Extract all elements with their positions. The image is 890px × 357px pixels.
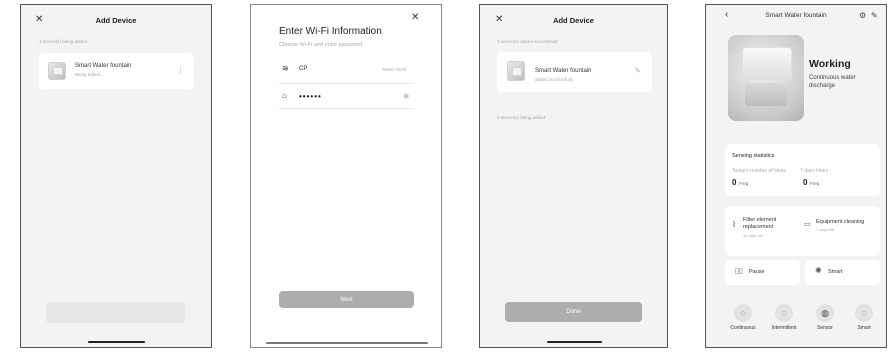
seven-day-unit: Freq — [810, 181, 820, 186]
wifi-info-screen: ✕ Enter Wi-Fi Information Choose Wi-Fi a… — [250, 4, 442, 348]
seven-day-label: 7 days times — [800, 168, 829, 174]
home-indicator — [88, 341, 145, 343]
intermittent-mode-icon[interactable]: ◌ — [775, 304, 793, 322]
device-status: added successfully — [535, 77, 574, 82]
cleaning-icon: ▭ — [804, 221, 811, 228]
pause-label: Pause — [749, 269, 765, 275]
device-detail-screen: ‹ Smart Water fountain ⚙ ✎ Working Conti… — [705, 4, 887, 348]
done-button[interactable]: Done — [505, 302, 642, 322]
settings-icon[interactable]: ⚙ — [859, 11, 866, 20]
page-title: Add Device — [95, 16, 137, 25]
close-icon[interactable]: ✕ — [411, 13, 419, 23]
status-description: Continuous water discharge — [809, 75, 856, 89]
device-thumbnail — [507, 61, 525, 81]
next-button[interactable]: Next — [279, 291, 414, 308]
mode-label-sensor: Sensor — [817, 325, 833, 331]
section-label: 1 device(s) being added — [39, 39, 88, 44]
today-label: Today's number of times — [732, 168, 787, 174]
filter-label[interactable]: Filter element replacement — [743, 217, 795, 231]
page-subtitle: Choose Wi-Fi and enter password — [279, 42, 363, 48]
today-unit: Freq — [739, 181, 749, 186]
pause-button[interactable]: ▯▯ Pause — [725, 260, 800, 285]
page-title: Add Device — [553, 16, 594, 25]
equipment-label[interactable]: Equipment cleaning — [816, 219, 864, 225]
added-label: 1 device(s) added successfully — [497, 39, 559, 44]
device-card[interactable]: Smart Water fountain added successfully … — [497, 52, 652, 92]
smart-mode-icon[interactable]: ◌ — [855, 304, 873, 322]
device-thumbnail — [48, 62, 66, 80]
divider — [279, 83, 414, 84]
mode-label-continuous: Continuous — [730, 325, 756, 331]
edit-icon[interactable]: ✎ — [871, 11, 878, 20]
equipment-sub: 7 days left — [816, 227, 835, 232]
device-name: Smart Water fountain — [535, 68, 592, 74]
today-value: 0 — [732, 178, 737, 187]
card-title: Sensing statistics — [732, 153, 775, 159]
filter-icon: ⌇ — [732, 220, 736, 229]
add-device-screen-success: ✕ Add Device 1 device(s) added successfu… — [479, 4, 668, 348]
home-indicator — [547, 341, 602, 343]
smart-label: Smart — [828, 269, 843, 275]
device-card[interactable]: Smart Water fountain Being added... ⋮ — [39, 53, 194, 89]
wifi-name: CP — [299, 66, 308, 72]
divider — [279, 108, 414, 109]
home-indicator — [266, 342, 428, 344]
smart-icon: ✺ — [815, 266, 822, 275]
eye-icon[interactable]: ◉ — [403, 92, 409, 100]
loading-icon: ⋮ — [177, 68, 184, 75]
done-button-disabled — [46, 302, 185, 323]
seven-day-value: 0 — [803, 178, 808, 187]
pause-icon: ▯▯ — [735, 268, 743, 275]
mode-label-smart: Smart — [857, 325, 871, 331]
wifi-icon: ≋ — [282, 64, 289, 73]
add-device-screen-progress: ✕ Add Device 1 device(s) being added Sma… — [20, 4, 212, 348]
smart-button[interactable]: ✺ Smart — [805, 260, 880, 285]
maintenance-card: ⌇ Filter element replacement 30 days lef… — [725, 206, 880, 256]
password-input[interactable]: •••••• — [299, 92, 322, 101]
sensor-mode-icon[interactable]: ◍ — [816, 304, 834, 322]
edit-icon[interactable]: ✎ — [635, 67, 641, 75]
device-status: Being added... — [75, 72, 105, 77]
filter-sub: 30 days left — [743, 233, 764, 238]
lock-icon: ⌂ — [282, 91, 287, 100]
page-title: Enter Wi-Fi Information — [279, 26, 382, 37]
sensing-statistics-card: Sensing statistics Today's number of tim… — [725, 144, 880, 196]
mode-label-intermittent: Intermittent — [771, 325, 797, 331]
device-name: Smart Water fountain — [75, 63, 132, 69]
being-added-label: 0 device(s) being added — [497, 115, 546, 120]
select-wifi-link[interactable]: Select Wi-Fi — [382, 67, 406, 72]
status-text: Working — [809, 58, 851, 70]
device-image — [728, 35, 804, 121]
continuous-mode-icon[interactable]: ◌ — [734, 304, 752, 322]
